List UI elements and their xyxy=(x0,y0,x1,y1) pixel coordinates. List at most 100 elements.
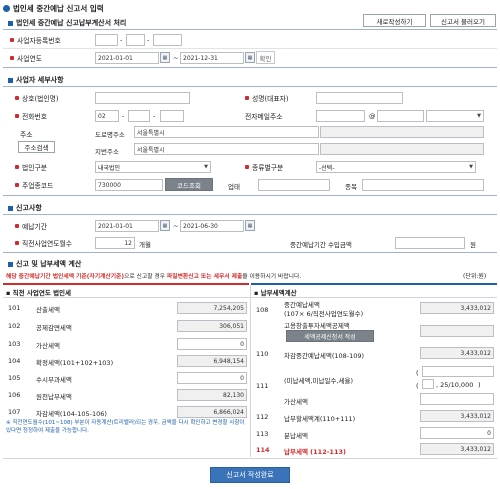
email-id-input[interactable] xyxy=(316,110,365,122)
section-title-calc: 신고 및 납부세액 계산 xyxy=(8,259,81,269)
calendar-icon[interactable]: ▦ xyxy=(245,52,255,63)
biz-reg-part2-input[interactable] xyxy=(126,34,145,46)
calendar-icon[interactable]: ▦ xyxy=(160,52,170,63)
email-domain-input[interactable] xyxy=(377,110,424,122)
r111-sub-label: 가산세액 xyxy=(284,398,308,406)
biz-reg-part1-input[interactable] xyxy=(95,34,118,46)
company-name-input[interactable] xyxy=(95,92,190,104)
row-label: 공제감면세액 xyxy=(36,324,72,332)
business-type-label: 업태 xyxy=(228,183,240,191)
phone-area-input[interactable]: 02 xyxy=(95,110,119,122)
bullet-icon xyxy=(8,20,13,26)
r113-label: 분납세액 xyxy=(284,432,308,440)
r112-input[interactable]: 3,433,012 xyxy=(420,410,494,422)
road-address-label: 도로명주소 xyxy=(95,131,125,139)
rep-name-input[interactable] xyxy=(316,92,403,104)
row-code: 105 xyxy=(8,374,21,382)
unit-label: (단위:원) xyxy=(463,273,487,280)
tax-credit-form-button[interactable]: 세액공제신청서 작성 xyxy=(286,330,374,342)
row-value-input[interactable]: 6,948,154 xyxy=(177,355,247,367)
row-code: 107 xyxy=(8,408,21,416)
lot-address-input[interactable]: 서울특별시 xyxy=(134,143,319,155)
calc-notice: 해당 중간예납기간 법인세액 기준(자기계산기준)으로 신고할 경우 파일변환신… xyxy=(6,274,302,280)
rep-name-label: 성명(대표자) xyxy=(245,92,289,104)
road-address-detail-input[interactable] xyxy=(320,126,484,138)
section-title-company: 사업자 세부사항 xyxy=(8,75,64,85)
left-table-header: ▪ 직전 사업연도 법인세 xyxy=(6,289,72,297)
chevron-down-icon: ▼ xyxy=(204,164,208,170)
row-value-input[interactable]: 7,254,205 xyxy=(177,302,247,314)
business-type-input[interactable] xyxy=(258,179,330,191)
address-search-button[interactable]: 주소검색 xyxy=(18,141,55,153)
biz-reg-part3-input[interactable] xyxy=(153,34,182,46)
r110-label: 차감중간예납세액(108-109) xyxy=(284,352,365,360)
r111-days-input[interactable] xyxy=(422,379,434,389)
row-code: 101 xyxy=(8,304,21,312)
row-label: 산출세액 xyxy=(36,306,60,314)
months-input[interactable]: 12 xyxy=(95,237,135,249)
period-start-input[interactable]: 2021-01-01 xyxy=(95,220,159,232)
submit-button[interactable]: 신고서 작성완료 xyxy=(210,467,290,483)
r114-input[interactable]: 3,433,012 xyxy=(420,443,494,455)
row-value-input[interactable]: 0 xyxy=(177,372,247,384)
section-title-top: 법인세 중간예납 신고납부계산서 처리 xyxy=(8,18,126,28)
period-label: 예납기간 xyxy=(15,220,47,232)
r109-input[interactable] xyxy=(420,325,494,337)
lot-address-detail-input[interactable] xyxy=(320,143,484,155)
row-label: 수시부과세액 xyxy=(36,376,72,384)
r111-label: (미납세액,미납일수,세율) xyxy=(284,377,354,385)
business-item-label: 종목 xyxy=(345,183,357,191)
page-title: 법인세 중간예납 신고서 입력 xyxy=(3,3,104,14)
r108-label-sub: (107× 6/직전사업연도월수) xyxy=(284,310,364,318)
phone-mid-input[interactable] xyxy=(128,110,150,122)
corp-type-select[interactable]: 내국법인 ▼ xyxy=(95,161,211,173)
address-label: 주소 xyxy=(20,131,33,139)
r110-input[interactable]: 3,433,012 xyxy=(420,347,494,359)
fiscal-start-input[interactable]: 2021-01-01 xyxy=(95,52,159,64)
row-label: 확정세액(101+102+103) xyxy=(36,359,114,367)
r113-input[interactable]: 0 xyxy=(420,427,494,439)
row-code: 104 xyxy=(8,357,21,365)
confirm-button[interactable]: 확인 xyxy=(256,51,275,64)
new-button[interactable]: 새로작성하기 xyxy=(363,14,426,27)
required-icon xyxy=(10,38,14,42)
period-end-input[interactable]: 2021-06-30 xyxy=(180,220,244,232)
income-input[interactable] xyxy=(395,237,465,249)
road-address-input[interactable]: 서울특별시 xyxy=(134,126,319,138)
footnote: ※ 직전연도월수(101~108) 부분이 자동계산(트리밸러)되는 경우, 금… xyxy=(6,420,245,434)
row-value-input[interactable]: 6,866,024 xyxy=(177,406,247,418)
bullet-icon xyxy=(3,5,10,12)
row-code: 103 xyxy=(8,340,21,348)
category-label: 종류별구분 xyxy=(245,161,283,173)
industry-search-button[interactable]: 코드조회 xyxy=(165,178,213,191)
r109-label: 고용창출투자세액공제액 xyxy=(284,322,350,330)
company-name-label: 상호(법인명) xyxy=(15,92,59,104)
calendar-icon[interactable]: ▦ xyxy=(245,220,255,231)
row-value-input[interactable]: 0 xyxy=(177,338,247,350)
phone-label: 전화번호 xyxy=(15,110,47,122)
category-select[interactable]: -선택- ▼ xyxy=(316,161,476,173)
r108-input[interactable]: 3,433,012 xyxy=(420,302,494,314)
email-domain-select[interactable]: ▼ xyxy=(426,110,484,122)
fiscal-end-input[interactable]: 2021-12-31 xyxy=(180,52,244,64)
r111-input[interactable] xyxy=(420,393,494,405)
chevron-down-icon: ▼ xyxy=(469,164,473,170)
biz-reg-label: 사업자등록번호 xyxy=(10,34,61,46)
right-table-header: ▪ 납부세액계산 xyxy=(254,289,297,297)
phone-last-input[interactable] xyxy=(160,110,184,122)
r114-label: 납부세액 (112-113) xyxy=(284,448,346,456)
income-label: 중간예납기간 수입금액 xyxy=(290,241,352,249)
row-value-input[interactable]: 82,130 xyxy=(177,389,247,401)
row-code: 106 xyxy=(8,391,21,399)
section-title-report: 신고사항 xyxy=(8,203,42,213)
row-label: 가산세액 xyxy=(36,342,60,350)
r111-unpaid-input[interactable] xyxy=(422,366,494,377)
row-label: 원천납부세액 xyxy=(36,393,72,401)
chevron-down-icon: ▼ xyxy=(477,113,481,119)
row-label: 차감세액(104-105-106) xyxy=(36,410,107,418)
industry-code-input[interactable]: 730000 xyxy=(95,179,163,191)
load-report-button[interactable]: 신고서 불러오기 xyxy=(430,14,496,27)
row-value-input[interactable]: 306,051 xyxy=(177,320,247,332)
business-item-input[interactable] xyxy=(362,179,484,191)
calendar-icon[interactable]: ▦ xyxy=(160,220,170,231)
